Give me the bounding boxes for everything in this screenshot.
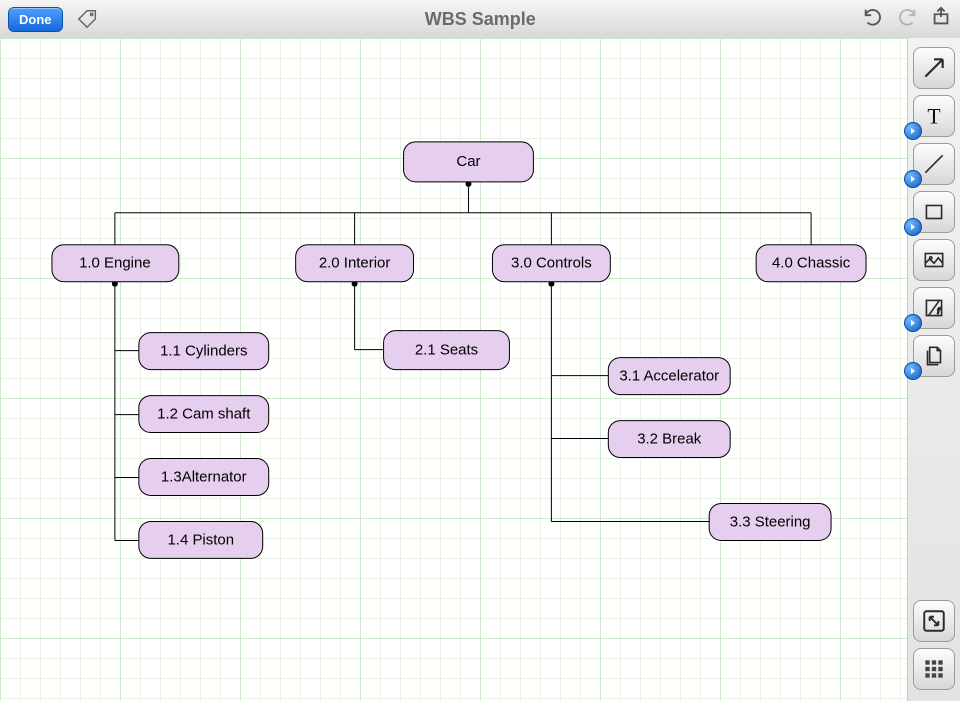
svg-text:f: f xyxy=(937,305,941,315)
node-break[interactable]: 3.2 Break xyxy=(608,421,730,458)
node-label: 2.1 Seats xyxy=(415,342,478,359)
svg-text:T: T xyxy=(927,105,940,129)
document-title: WBS Sample xyxy=(99,9,863,30)
expand-badge-icon[interactable] xyxy=(904,314,922,332)
node-steering[interactable]: 3.3 Steering xyxy=(709,503,831,540)
diagram: Car 1.0 Engine 2.0 Interior 3.0 Controls… xyxy=(0,38,907,700)
expand-badge-icon[interactable] xyxy=(904,362,922,380)
rectangle-icon xyxy=(921,199,947,225)
expand-badge-icon[interactable] xyxy=(904,218,922,236)
undo-icon[interactable] xyxy=(862,6,884,33)
node-alternator[interactable]: 1.3Alternator xyxy=(139,459,269,496)
duplicate-tool[interactable] xyxy=(913,335,955,377)
function-icon: f xyxy=(921,295,947,321)
shape-tool[interactable] xyxy=(913,191,955,233)
select-tool[interactable] xyxy=(913,47,955,89)
node-label: 4.0 Chassic xyxy=(772,255,851,272)
text-icon: T xyxy=(921,103,947,129)
node-controls[interactable]: 3.0 Controls xyxy=(492,245,610,282)
tool-rail: T f xyxy=(907,38,960,701)
node-engine[interactable]: 1.0 Engine xyxy=(52,245,179,282)
canvas[interactable]: Car 1.0 Engine 2.0 Interior 3.0 Controls… xyxy=(0,38,908,701)
node-label: 2.0 Interior xyxy=(319,255,391,272)
share-icon[interactable] xyxy=(930,6,952,33)
line-icon xyxy=(921,151,947,177)
function-tool[interactable]: f xyxy=(913,287,955,329)
top-toolbar: Done WBS Sample xyxy=(0,0,960,39)
node-label: 3.2 Break xyxy=(637,431,702,448)
node-chassic[interactable]: 4.0 Chassic xyxy=(756,245,866,282)
pages-icon xyxy=(921,343,947,369)
node-label: 3.1 Accelerator xyxy=(619,368,719,385)
node-label: 1.0 Engine xyxy=(79,255,151,272)
node-piston[interactable]: 1.4 Piston xyxy=(139,521,263,558)
node-label: 1.4 Piston xyxy=(167,531,234,548)
text-tool[interactable]: T xyxy=(913,95,955,137)
grid-view-tool[interactable] xyxy=(913,648,955,690)
image-tool[interactable] xyxy=(913,239,955,281)
arrow-icon xyxy=(921,55,947,81)
node-label: 3.3 Steering xyxy=(730,513,811,530)
fit-screen-tool[interactable] xyxy=(913,600,955,642)
node-label: 1.1 Cylinders xyxy=(160,343,247,360)
line-tool[interactable] xyxy=(913,143,955,185)
node-camshaft[interactable]: 1.2 Cam shaft xyxy=(139,396,269,433)
node-root[interactable]: Car xyxy=(404,142,534,182)
node-label: 3.0 Controls xyxy=(511,255,592,272)
expand-badge-icon[interactable] xyxy=(904,122,922,140)
node-seats[interactable]: 2.1 Seats xyxy=(384,331,510,370)
node-interior[interactable]: 2.0 Interior xyxy=(296,245,414,282)
node-label: 1.2 Cam shaft xyxy=(157,406,251,423)
redo-icon[interactable] xyxy=(896,6,918,33)
tag-icon[interactable] xyxy=(77,8,99,30)
image-icon xyxy=(921,247,947,273)
expand-icon xyxy=(921,608,947,634)
node-accelerator[interactable]: 3.1 Accelerator xyxy=(608,358,730,395)
node-cylinders[interactable]: 1.1 Cylinders xyxy=(139,333,269,370)
grid-icon xyxy=(921,656,947,682)
node-label: 1.3Alternator xyxy=(161,468,247,485)
node-label: Car xyxy=(456,153,480,170)
done-button[interactable]: Done xyxy=(8,7,63,32)
expand-badge-icon[interactable] xyxy=(904,170,922,188)
